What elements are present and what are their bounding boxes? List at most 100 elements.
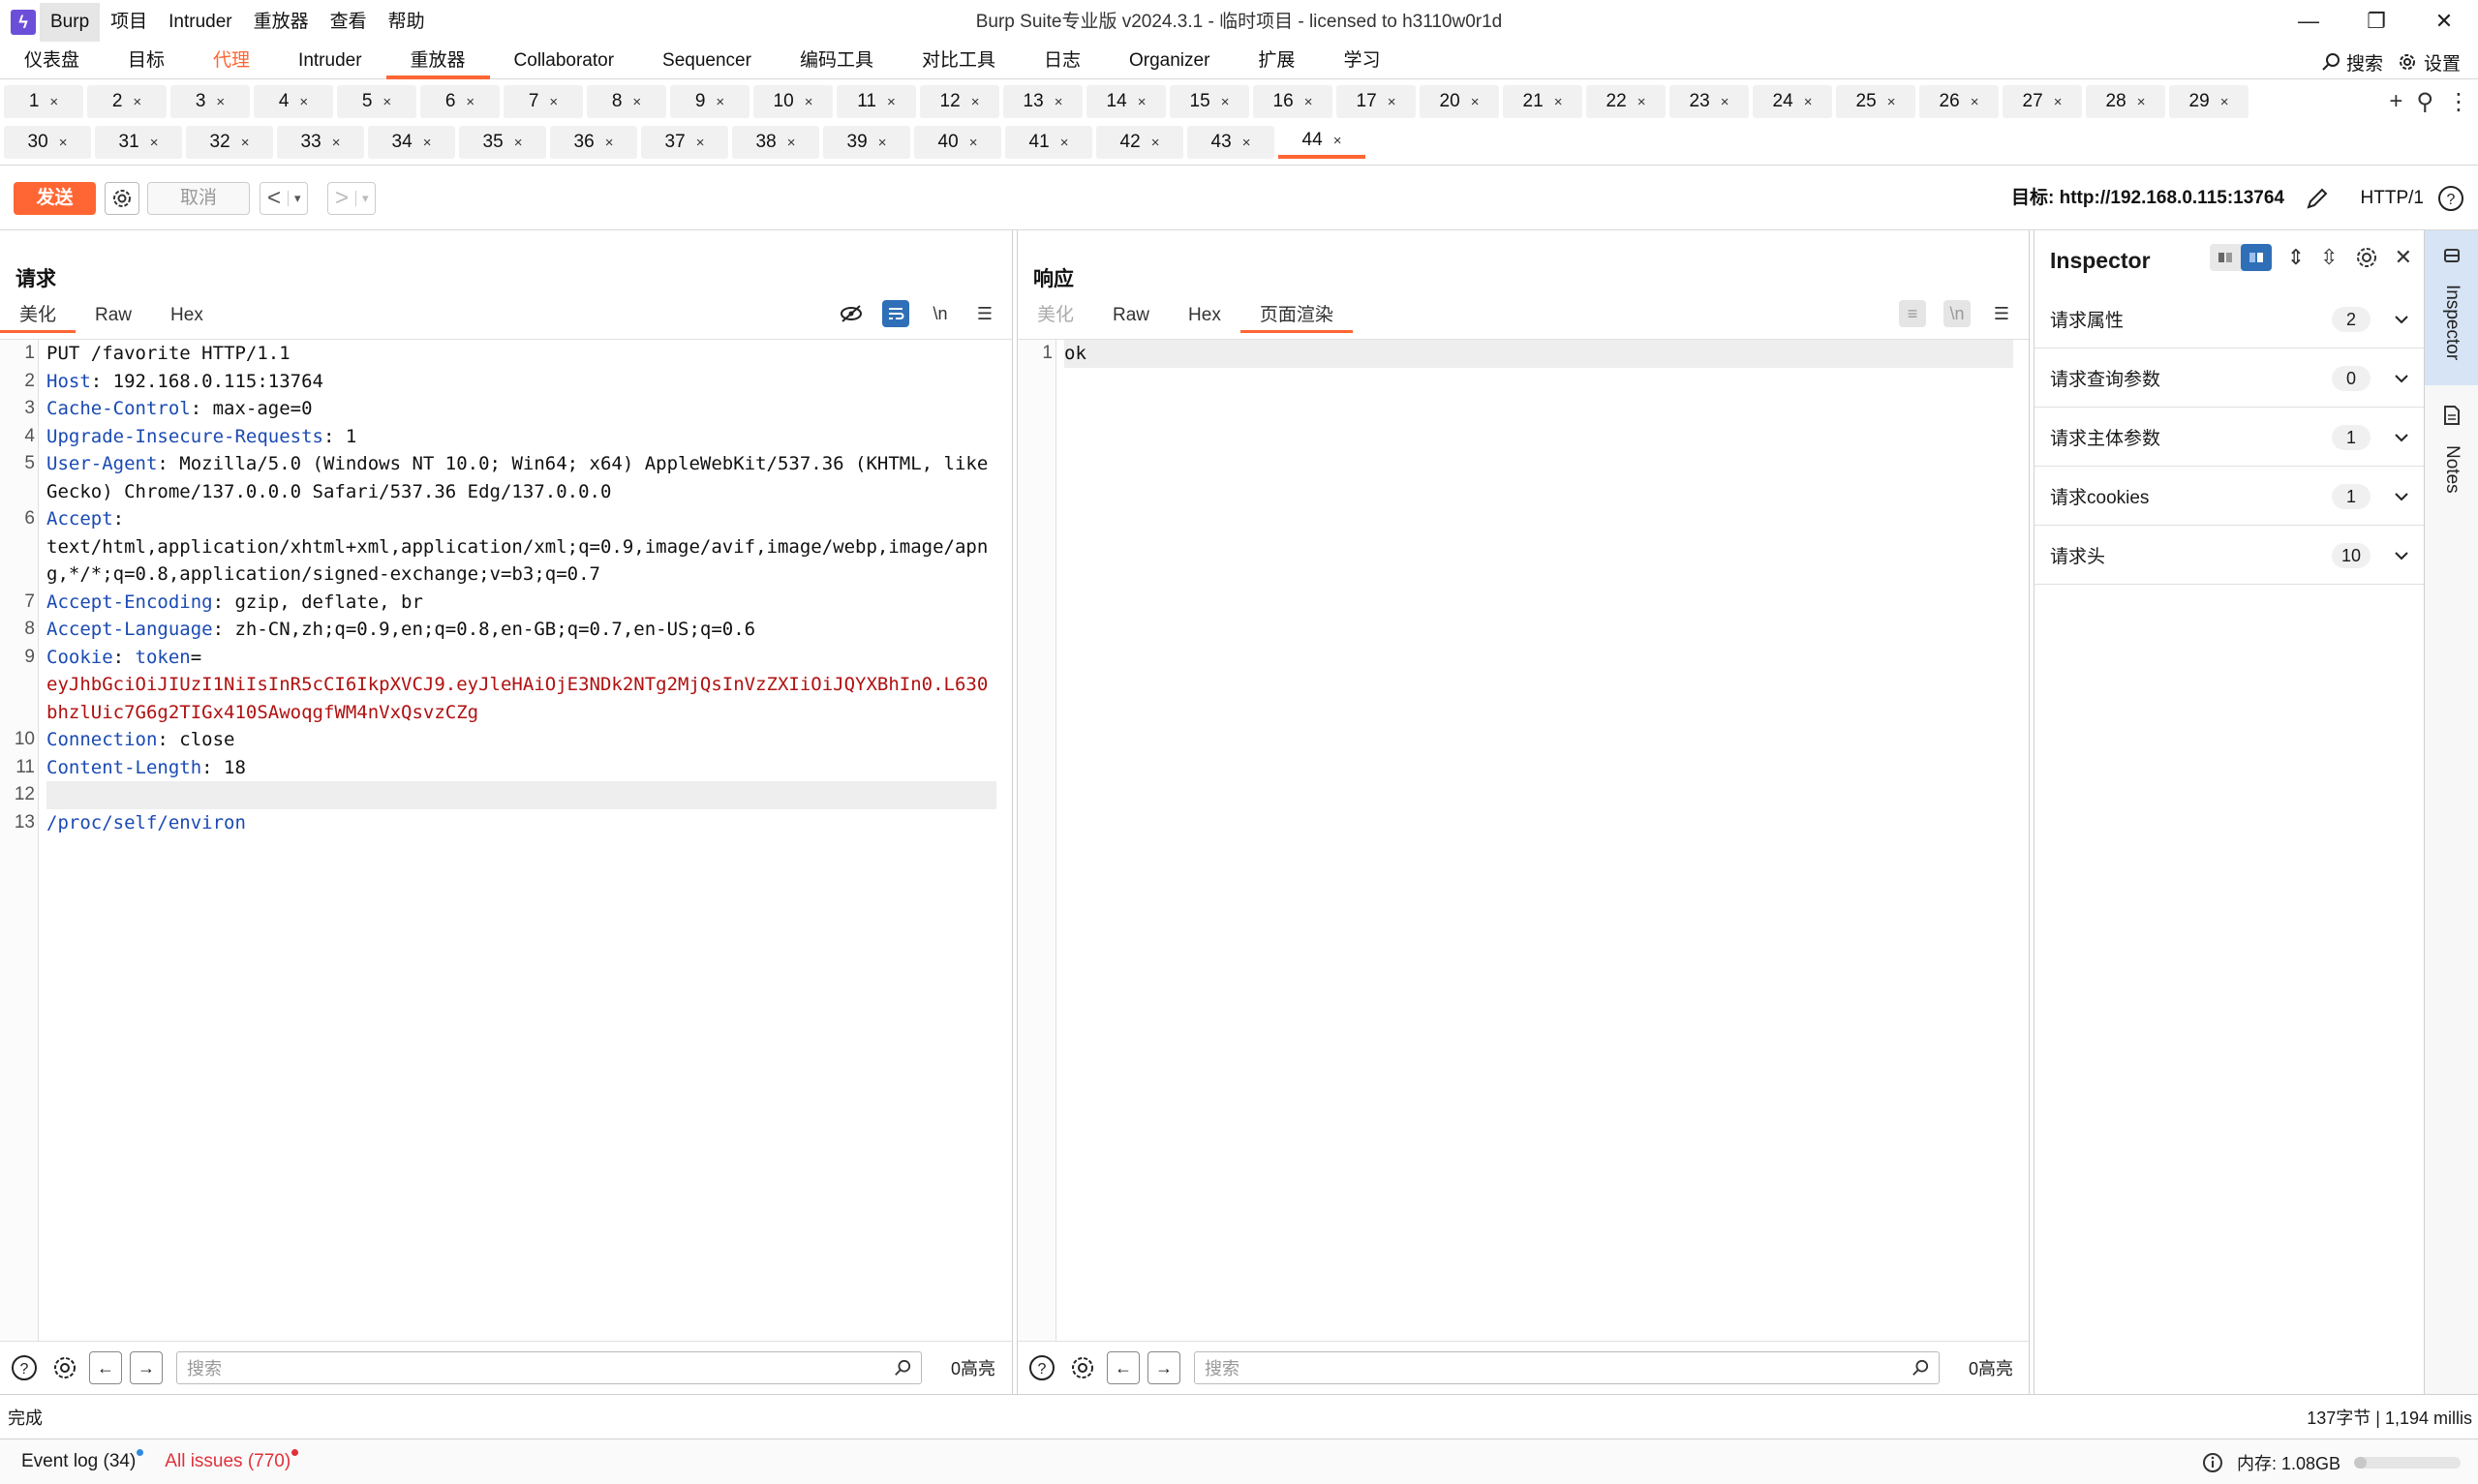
global-search-button[interactable]: 搜索	[2321, 49, 2383, 76]
response-search-input[interactable]: 搜索	[1194, 1351, 1940, 1384]
close-tab-icon[interactable]: ×	[1221, 94, 1230, 110]
close-tab-icon[interactable]: ×	[332, 135, 341, 151]
repeater-tab-3[interactable]: 3 ×	[170, 85, 250, 118]
menu-icon[interactable]: ☰	[971, 300, 998, 327]
close-tab-icon[interactable]: ×	[1242, 135, 1251, 151]
close-tab-icon[interactable]: ×	[2220, 94, 2229, 110]
repeater-tab-36[interactable]: 36 ×	[550, 126, 637, 159]
menu-item-0[interactable]: Burp	[40, 3, 101, 42]
layout-right-icon[interactable]	[2240, 244, 2272, 271]
inspector-layout-toggle[interactable]	[2209, 244, 2272, 271]
repeater-tab-25[interactable]: 25 ×	[1836, 85, 1915, 118]
settings-button[interactable]: 设置	[2397, 49, 2461, 76]
close-tab-icon[interactable]: ×	[716, 94, 724, 110]
repeater-tab-40[interactable]: 40 ×	[914, 126, 1001, 159]
close-tab-icon[interactable]: ×	[241, 135, 250, 151]
prev-match-arrow-icon[interactable]: ←	[1107, 1351, 1140, 1384]
close-tab-icon[interactable]: ×	[1971, 94, 1979, 110]
close-tab-icon[interactable]: ×	[969, 135, 978, 151]
repeater-tab-21[interactable]: 21 ×	[1503, 85, 1582, 118]
primary-tab-8[interactable]: 对比工具	[898, 45, 1020, 78]
cancel-button[interactable]: 取消	[147, 182, 250, 215]
request-code[interactable]: 1 PUT /favorite HTTP/1.1 2 Host: 192.168.0.…	[15, 340, 996, 836]
repeater-tab-31[interactable]: 31 ×	[95, 126, 182, 159]
menu-item-1[interactable]: 项目	[100, 3, 158, 42]
code-line[interactable]: 5 User-Agent: Mozilla/5.0 (Windows NT 10.…	[24, 450, 996, 505]
repeater-tab-42[interactable]: 42 ×	[1096, 126, 1183, 159]
issues-link[interactable]: All issues (770)	[165, 1449, 299, 1472]
close-tab-icon[interactable]: ×	[605, 135, 614, 151]
close-tab-icon[interactable]: ×	[1804, 94, 1813, 110]
forward-dropdown-icon[interactable]: ▾	[355, 191, 375, 206]
close-tab-icon[interactable]: ×	[514, 135, 523, 151]
repeater-tab-20[interactable]: 20 ×	[1420, 85, 1499, 118]
primary-tab-7[interactable]: 编码工具	[776, 45, 898, 78]
chevron-down-icon[interactable]	[2394, 486, 2409, 506]
inspector-section-0[interactable]: 请求属性 2	[2034, 290, 2425, 348]
inspector-section-1[interactable]: 请求查询参数 0	[2034, 349, 2425, 408]
repeater-tab-8[interactable]: 8 ×	[587, 85, 666, 118]
chevron-down-icon[interactable]	[2394, 368, 2409, 388]
close-tab-icon[interactable]: ×	[1887, 94, 1896, 110]
repeater-tab-23[interactable]: 23 ×	[1669, 85, 1749, 118]
repeater-tab-1[interactable]: 1 ×	[4, 85, 83, 118]
repeater-tab-13[interactable]: 13 ×	[1003, 85, 1083, 118]
history-forward-group[interactable]: > ▾	[327, 182, 376, 215]
menu-item-3[interactable]: 重放器	[243, 3, 320, 42]
primary-tab-9[interactable]: 日志	[1020, 45, 1105, 78]
close-tab-icon[interactable]: ×	[1721, 94, 1729, 110]
close-tab-icon[interactable]: ×	[887, 94, 896, 110]
code-line[interactable]: 9 Cookie: token= eyJhbGciOiJIUzI1NiIsInR5…	[24, 644, 996, 727]
close-tab-icon[interactable]: ×	[878, 135, 887, 151]
repeater-tab-11[interactable]: 11 ×	[837, 85, 916, 118]
close-tab-icon[interactable]: ×	[971, 94, 980, 110]
response-subtab-2[interactable]: Hex	[1169, 298, 1240, 333]
primary-tab-1[interactable]: 目标	[104, 45, 189, 78]
response-code[interactable]: 1 ok	[1042, 340, 2013, 368]
repeater-tab-12[interactable]: 12 ×	[920, 85, 999, 118]
next-match-arrow-icon[interactable]: →	[1147, 1351, 1180, 1384]
restore-icon[interactable]: ❐	[2342, 0, 2410, 45]
send-settings-button[interactable]	[105, 182, 139, 215]
history-back-group[interactable]: < ▾	[260, 182, 308, 215]
repeater-tab-4[interactable]: 4 ×	[254, 85, 333, 118]
close-tab-icon[interactable]: ×	[787, 135, 796, 151]
close-tab-icon[interactable]: ×	[1055, 94, 1063, 110]
close-tab-icon[interactable]: ×	[2054, 94, 2063, 110]
request-subtab-2[interactable]: Hex	[151, 298, 223, 333]
menu-item-4[interactable]: 查看	[320, 3, 378, 42]
response-editor[interactable]: 1 ok	[1018, 339, 2029, 1341]
menu-item-5[interactable]: 帮助	[378, 3, 436, 42]
primary-tab-4[interactable]: 重放器	[385, 45, 490, 79]
back-dropdown-icon[interactable]: ▾	[288, 191, 307, 206]
primary-tab-3[interactable]: Intruder	[274, 45, 385, 78]
close-tab-icon[interactable]: ×	[423, 135, 432, 151]
menu-icon[interactable]: ☰	[1988, 300, 2015, 327]
help-icon[interactable]: ?	[8, 1351, 41, 1384]
close-window-icon[interactable]: ✕	[2410, 0, 2478, 45]
request-editor[interactable]: 1 PUT /favorite HTTP/1.1 2 Host: 192.168.0.…	[0, 339, 1012, 1341]
repeater-tab-37[interactable]: 37 ×	[641, 126, 728, 159]
close-tab-icon[interactable]: ×	[632, 94, 641, 110]
repeater-tab-30[interactable]: 30 ×	[4, 126, 91, 159]
back-arrow-icon[interactable]: <	[260, 185, 288, 212]
forward-arrow-icon[interactable]: >	[328, 185, 355, 212]
inspector-section-2[interactable]: 请求主体参数 1	[2034, 409, 2425, 467]
collapse-all-icon[interactable]: ⇳	[2320, 245, 2338, 270]
close-tab-icon[interactable]: ×	[216, 94, 225, 110]
add-tab-icon[interactable]: +	[2389, 88, 2402, 115]
code-line[interactable]: 1 ok	[1042, 340, 2013, 368]
inspector-rail-tab[interactable]: Inspector	[2425, 230, 2478, 385]
gear-icon[interactable]	[48, 1351, 81, 1384]
close-tab-icon[interactable]: ×	[382, 94, 391, 110]
inspector-section-4[interactable]: 请求头 10	[2034, 527, 2425, 585]
response-subtab-3[interactable]: 页面渲染	[1239, 298, 1353, 333]
close-tab-icon[interactable]: ×	[1554, 94, 1563, 110]
minimize-icon[interactable]: —	[2275, 0, 2342, 45]
expand-all-icon[interactable]: ⇕	[2287, 245, 2305, 270]
primary-tab-2[interactable]: 代理	[189, 45, 274, 78]
request-search-input[interactable]: 搜索	[176, 1351, 922, 1384]
repeater-tab-5[interactable]: 5 ×	[337, 85, 416, 118]
response-subtab-0[interactable]: 美化	[1018, 298, 1093, 333]
help-button[interactable]: ?	[2433, 182, 2468, 215]
